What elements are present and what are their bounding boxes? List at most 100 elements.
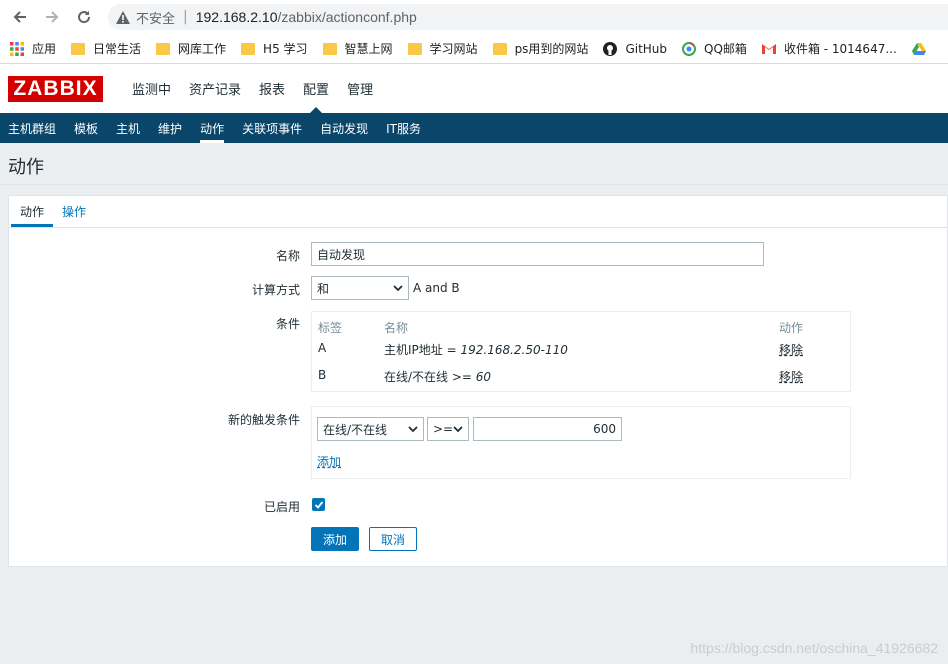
drive-icon bbox=[911, 42, 926, 55]
submenu-maintenance[interactable]: 维护 bbox=[158, 113, 182, 143]
folder-icon bbox=[71, 42, 86, 55]
condition-b-prefix: 在线/不在线 >= bbox=[384, 370, 476, 384]
bookmark-folder[interactable]: 智慧上网 bbox=[322, 40, 393, 57]
submenu-event-correlation[interactable]: 关联项事件 bbox=[242, 113, 302, 143]
url-path: /zabbix/actionconf.php bbox=[277, 9, 417, 25]
bookmark-label: ps用到的网站 bbox=[514, 42, 589, 56]
condition-b-name: 在线/不在线 >= 60 bbox=[384, 368, 491, 385]
github-icon bbox=[603, 41, 618, 56]
add-condition-link[interactable]: 添加 bbox=[317, 453, 341, 470]
bookmark-drive[interactable] bbox=[911, 42, 934, 55]
new-condition-box: 在线/不在线 >= 600 添加 bbox=[311, 406, 851, 479]
bookmark-qqmail[interactable]: QQ邮箱 bbox=[682, 40, 747, 57]
remove-condition-b-link[interactable]: 移除 bbox=[779, 368, 803, 385]
folder-icon bbox=[156, 42, 171, 55]
cancel-button[interactable]: 取消 bbox=[369, 527, 417, 551]
submenu-discovery[interactable]: 自动发现 bbox=[320, 113, 368, 143]
folder-icon bbox=[407, 42, 422, 55]
bookmark-folder[interactable]: ps用到的网站 bbox=[492, 40, 589, 57]
action-form-panel: 动作 操作 名称 自动发现 计算方式 和 A and B 条件 标签 名称 动作… bbox=[8, 195, 948, 567]
folder-icon bbox=[492, 42, 507, 55]
divider bbox=[0, 184, 948, 185]
bookmark-folder[interactable]: 日常生活 bbox=[71, 40, 141, 57]
col-header-label: 标签 bbox=[318, 321, 343, 335]
sub-menu: 主机群组 模板 主机 维护 动作 关联项事件 自动发现 IT服务 bbox=[0, 113, 948, 143]
back-icon[interactable] bbox=[9, 6, 31, 28]
calc-label: 计算方式 bbox=[251, 283, 300, 297]
bookmark-label: 应用 bbox=[32, 42, 57, 56]
enabled-checkbox[interactable] bbox=[312, 498, 325, 511]
zabbix-header: ZABBIX 监测中 资产记录 报表 配置 管理 bbox=[0, 64, 948, 113]
main-menu: 监测中 资产记录 报表 配置 管理 bbox=[123, 64, 382, 113]
col-header-name: 名称 bbox=[384, 321, 409, 335]
name-input[interactable]: 自动发现 bbox=[311, 242, 764, 266]
bookmark-label: 日常生活 bbox=[93, 42, 142, 56]
bookmark-label: 收件箱 - 1014647... bbox=[783, 42, 897, 56]
condition-type-select[interactable]: 在线/不在线 bbox=[317, 417, 424, 441]
name-label: 名称 bbox=[275, 249, 300, 263]
bookmark-label: QQ邮箱 bbox=[704, 42, 747, 56]
bookmark-label: H5 学习 bbox=[263, 42, 308, 56]
submenu-actions[interactable]: 动作 bbox=[200, 113, 225, 143]
browser-toolbar: 不安全 | 192.168.2.10 /zabbix/actionconf.ph… bbox=[0, 0, 948, 34]
bookmark-label: GitHub bbox=[625, 41, 668, 56]
condition-b-label: B bbox=[318, 368, 327, 382]
tab-operations[interactable]: 操作 bbox=[53, 196, 95, 227]
condition-operator-select[interactable]: >= bbox=[427, 417, 469, 441]
menu-monitoring[interactable]: 监测中 bbox=[123, 64, 180, 113]
bookmark-github[interactable]: GitHub bbox=[603, 41, 668, 56]
calc-type-value: 和 bbox=[317, 281, 330, 296]
bookmark-apps[interactable]: 应用 bbox=[10, 40, 56, 57]
menu-inventory[interactable]: 资产记录 bbox=[180, 64, 250, 113]
insecure-label: 不安全 bbox=[136, 11, 176, 27]
url-separator: | bbox=[183, 9, 188, 25]
condition-a-value: 192.168.2.50-110 bbox=[460, 343, 568, 357]
submenu-hosts[interactable]: 主机 bbox=[116, 113, 140, 143]
chevron-down-icon bbox=[408, 426, 418, 433]
watermark: https://blog.csdn.net/oschina_41926682 bbox=[690, 640, 938, 656]
col-header-action: 动作 bbox=[779, 321, 804, 335]
condition-b-value: 60 bbox=[475, 370, 492, 384]
menu-reports[interactable]: 报表 bbox=[250, 64, 294, 113]
add-button[interactable]: 添加 bbox=[311, 527, 359, 551]
submenu-host-groups[interactable]: 主机群组 bbox=[8, 113, 56, 143]
form-tabs: 动作 操作 bbox=[9, 196, 947, 228]
chevron-down-icon bbox=[393, 285, 403, 292]
zabbix-logo[interactable]: ZABBIX bbox=[8, 75, 103, 102]
bookmark-gmail[interactable]: 收件箱 - 1014647... bbox=[761, 40, 897, 57]
warning-icon bbox=[116, 10, 130, 24]
remove-condition-a-link[interactable]: 移除 bbox=[779, 341, 803, 358]
forward-icon[interactable] bbox=[41, 6, 63, 28]
calc-type-select[interactable]: 和 bbox=[311, 276, 409, 300]
chevron-down-icon bbox=[453, 426, 463, 433]
url-host: 192.168.2.10 bbox=[195, 9, 278, 25]
submenu-services[interactable]: IT服务 bbox=[386, 113, 421, 143]
bookmark-folder[interactable]: 学习网站 bbox=[407, 40, 478, 57]
new-condition-label: 新的触发条件 bbox=[227, 413, 300, 427]
enabled-label: 已启用 bbox=[263, 500, 300, 514]
address-bar[interactable]: 不安全 | 192.168.2.10 /zabbix/actionconf.ph… bbox=[108, 4, 948, 30]
menu-configuration[interactable]: 配置 bbox=[294, 64, 338, 113]
bookmark-folder[interactable]: H5 学习 bbox=[241, 40, 308, 57]
condition-a-name: 主机IP地址 = 192.168.2.50-110 bbox=[384, 341, 568, 358]
folder-icon bbox=[322, 42, 337, 55]
bookmarks-bar: 应用 日常生活 网库工作 H5 学习 智慧上网 学习网站 ps用到的网站 Git… bbox=[0, 34, 948, 64]
conditions-label: 条件 bbox=[275, 317, 300, 331]
condition-type-value: 在线/不在线 bbox=[323, 422, 388, 437]
bookmark-label: 网库工作 bbox=[178, 42, 227, 56]
bookmark-folder[interactable]: 网库工作 bbox=[156, 40, 226, 57]
conditions-table: 标签 名称 动作 A 主机IP地址 = 192.168.2.50-110 移除 … bbox=[311, 311, 851, 392]
condition-a-label: A bbox=[318, 341, 327, 355]
gmail-icon bbox=[761, 44, 776, 54]
qqmail-icon bbox=[682, 41, 697, 56]
page-title: 动作 bbox=[8, 157, 44, 178]
condition-a-prefix: 主机IP地址 = bbox=[384, 343, 461, 357]
condition-value-input[interactable]: 600 bbox=[473, 417, 622, 441]
menu-administration[interactable]: 管理 bbox=[338, 64, 382, 113]
reload-icon[interactable] bbox=[73, 6, 95, 28]
submenu-templates[interactable]: 模板 bbox=[74, 113, 98, 143]
folder-icon bbox=[241, 42, 256, 55]
checkmark-icon bbox=[314, 500, 323, 509]
bookmark-label: 学习网站 bbox=[429, 42, 478, 56]
tab-action[interactable]: 动作 bbox=[11, 196, 54, 227]
